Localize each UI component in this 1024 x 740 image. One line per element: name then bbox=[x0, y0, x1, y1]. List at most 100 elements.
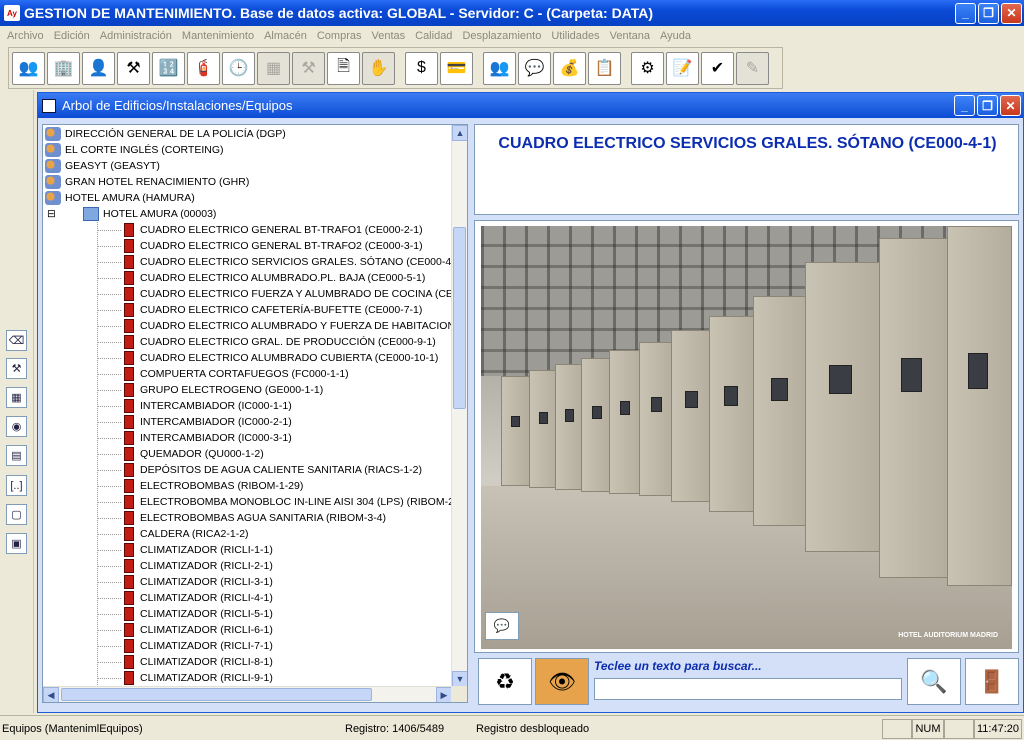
search-input[interactable] bbox=[594, 678, 902, 700]
side-button-7[interactable]: ▢ bbox=[6, 504, 27, 525]
tree-node[interactable]: CLIMATIZADOR (RICLI-1-1) bbox=[121, 542, 273, 558]
toolbar-button-19[interactable]: 📝 bbox=[666, 51, 699, 85]
tree-node[interactable]: CUADRO ELECTRICO GENERAL BT-TRAFO2 (CE00… bbox=[121, 238, 423, 254]
toolbar-button-12[interactable]: $ bbox=[405, 51, 438, 85]
menu-ventana[interactable]: Ventana bbox=[605, 30, 655, 42]
tree-node[interactable]: INTERCAMBIADOR (IC000-2-1) bbox=[121, 414, 292, 430]
tree-node[interactable]: ELECTROBOMBA MONOBLOC IN-LINE AISI 304 (… bbox=[121, 494, 452, 510]
toolbar-button-21[interactable]: ✎ bbox=[736, 51, 769, 85]
menu-mantenimiento[interactable]: Mantenimiento bbox=[177, 30, 259, 42]
tree-node[interactable]: CALDERA (RICA2-1-2) bbox=[121, 526, 249, 542]
menu-administracion[interactable]: Administración bbox=[95, 30, 177, 42]
tree-vertical-scrollbar[interactable]: ▲ ▼ bbox=[451, 125, 467, 687]
scroll-left-button[interactable]: ◀ bbox=[43, 687, 59, 702]
child-close-button[interactable]: ✕ bbox=[1000, 95, 1021, 116]
scroll-right-button[interactable]: ▶ bbox=[436, 687, 452, 702]
toolbar-button-4[interactable]: ⚒ bbox=[117, 51, 150, 85]
scroll-up-button[interactable]: ▲ bbox=[452, 125, 467, 141]
menu-archivo[interactable]: Archivo bbox=[2, 30, 49, 42]
menu-utilidades[interactable]: Utilidades bbox=[546, 30, 604, 42]
tree-node[interactable]: QUEMADOR (QU000-1-2) bbox=[121, 446, 264, 462]
toolbar-button-13[interactable]: 💳 bbox=[440, 51, 473, 85]
tree-node[interactable]: CUADRO ELECTRICO ALUMBRADO Y FUERZA DE H… bbox=[121, 318, 452, 334]
close-button[interactable]: ✕ bbox=[1001, 2, 1022, 24]
tree-node[interactable]: HOTEL AMURA (HAMURA) bbox=[45, 190, 195, 206]
tree-node[interactable]: CUADRO ELECTRICO GENERAL BT-TRAFO1 (CE00… bbox=[121, 222, 423, 238]
tree-node[interactable]: CLIMATIZADOR (RICLI-5-1) bbox=[121, 606, 273, 622]
menu-compras[interactable]: Compras bbox=[312, 30, 367, 42]
tree-node[interactable]: ELECTROBOMBAS (RIBOM-1-29) bbox=[121, 478, 303, 494]
organization-icon bbox=[45, 175, 61, 189]
collapse-toggle[interactable]: ⊟ bbox=[47, 206, 56, 222]
toolbar-button-11[interactable]: ✋ bbox=[362, 51, 395, 85]
tree-node[interactable]: CLIMATIZADOR (RICLI-9-1) bbox=[121, 670, 273, 686]
side-button-6[interactable]: [..] bbox=[6, 475, 27, 496]
tree-node[interactable]: ELECTROBOMBAS AGUA SANITARIA (RIBOM-3-4) bbox=[121, 510, 386, 526]
tree-node[interactable]: CUADRO ELECTRICO FUERZA Y ALUMBRADO DE C… bbox=[121, 286, 452, 302]
menu-almacen[interactable]: Almacén bbox=[259, 30, 312, 42]
tree-node[interactable]: CUADRO ELECTRICO ALUMBRADO CUBIERTA (CE0… bbox=[121, 350, 438, 366]
tree-node[interactable]: EL CORTE INGLÉS (CORTEING) bbox=[45, 142, 224, 158]
tree-node[interactable]: CUADRO ELECTRICO CAFETERÍA-BUFETTE (CE00… bbox=[121, 302, 422, 318]
menu-ayuda[interactable]: Ayuda bbox=[655, 30, 696, 42]
tree-node[interactable]: CLIMATIZADOR (RICLI-2-1) bbox=[121, 558, 273, 574]
tree-node[interactable]: GRAN HOTEL RENACIMIENTO (GHR) bbox=[45, 174, 249, 190]
side-button-2[interactable]: ⚒ bbox=[6, 358, 27, 379]
toolbar-button-17[interactable]: 📋 bbox=[588, 51, 621, 85]
tree-node[interactable]: CUADRO ELECTRICO ALUMBRADO.PL. BAJA (CE0… bbox=[121, 270, 425, 286]
menu-calidad[interactable]: Calidad bbox=[410, 30, 457, 42]
tree-node[interactable]: COMPUERTA CORTAFUEGOS (FC000-1-1) bbox=[121, 366, 349, 382]
child-minimize-button[interactable]: _ bbox=[954, 95, 975, 116]
tree-node[interactable]: DIRECCIÓN GENERAL DE LA POLICÍA (DGP) bbox=[45, 126, 286, 142]
equipment-icon bbox=[124, 623, 134, 637]
vertical-scroll-thumb[interactable] bbox=[453, 227, 466, 409]
tree-node[interactable]: CUADRO ELECTRICO SERVICIOS GRALES. SÓTAN… bbox=[121, 254, 452, 270]
exit-button[interactable]: 🚪 bbox=[965, 658, 1019, 705]
side-button-4[interactable]: ◉ bbox=[6, 416, 27, 437]
tree-node[interactable]: CLIMATIZADOR (RICLI-3-1) bbox=[121, 574, 273, 590]
toolbar-button-15[interactable]: 💬 bbox=[518, 51, 551, 85]
toolbar-button-10[interactable]: 🗎 bbox=[327, 51, 360, 85]
tree-node[interactable]: CUADRO ELECTRICO GRAL. DE PRODUCCIÓN (CE… bbox=[121, 334, 436, 350]
tree-node[interactable]: DEPÓSITOS DE AGUA CALIENTE SANITARIA (RI… bbox=[121, 462, 422, 478]
equipment-tree[interactable]: DIRECCIÓN GENERAL DE LA POLICÍA (DGP) EL … bbox=[42, 124, 468, 703]
view-button[interactable]: 👁 bbox=[535, 658, 589, 705]
toolbar-button-3[interactable]: 👤 bbox=[82, 51, 115, 85]
toolbar-button-5[interactable]: 🔢 bbox=[152, 51, 185, 85]
toolbar-button-1[interactable]: 👥 bbox=[12, 51, 45, 85]
menu-desplazamiento[interactable]: Desplazamiento bbox=[457, 30, 546, 42]
toolbar-button-14[interactable]: 👥 bbox=[483, 51, 516, 85]
restore-button[interactable]: ❐ bbox=[978, 2, 999, 24]
tree-node[interactable]: CLIMATIZADOR (RICLI-6-1) bbox=[121, 622, 273, 638]
tree-node[interactable]: GEASYT (GEASYT) bbox=[45, 158, 160, 174]
tree-node[interactable]: CLIMATIZADOR (RICLI-7-1) bbox=[121, 638, 273, 654]
menu-edicion[interactable]: Edición bbox=[49, 30, 95, 42]
tree-node[interactable]: HOTEL AMURA (00003) bbox=[83, 206, 216, 222]
search-button[interactable]: 🔍 bbox=[907, 658, 961, 705]
toolbar-button-9[interactable]: ⚒ bbox=[292, 51, 325, 85]
toolbar-button-20[interactable]: ✔ bbox=[701, 51, 734, 85]
tree-node[interactable]: CLIMATIZADOR (RICLI-4-1) bbox=[121, 590, 273, 606]
tree-horizontal-scrollbar[interactable]: ◀ ▶ bbox=[43, 686, 452, 702]
child-restore-button[interactable]: ❐ bbox=[977, 95, 998, 116]
toolbar-button-7[interactable]: 🕒 bbox=[222, 51, 255, 85]
photo-comment-button[interactable]: 💬 bbox=[485, 612, 519, 640]
toolbar-button-6[interactable]: 🧯 bbox=[187, 51, 220, 85]
tree-node[interactable]: INTERCAMBIADOR (IC000-1-1) bbox=[121, 398, 292, 414]
toolbar-button-18[interactable]: ⚙ bbox=[631, 51, 664, 85]
tree-node[interactable]: CLIMATIZADOR (RICLI-8-1) bbox=[121, 654, 273, 670]
scroll-down-button[interactable]: ▼ bbox=[452, 671, 467, 687]
toolbar-button-2[interactable]: 🏢 bbox=[47, 51, 80, 85]
tree-node[interactable]: GRUPO ELECTROGENO (GE000-1-1) bbox=[121, 382, 323, 398]
side-button-8[interactable]: ▣ bbox=[6, 533, 27, 554]
minimize-button[interactable]: _ bbox=[955, 2, 976, 24]
toolbar-button-16[interactable]: 💰 bbox=[553, 51, 586, 85]
side-button-1[interactable]: ⌫ bbox=[6, 330, 27, 351]
toolbar-button-8[interactable]: ▦ bbox=[257, 51, 290, 85]
horizontal-scroll-thumb[interactable] bbox=[61, 688, 372, 701]
tree-node[interactable]: INTERCAMBIADOR (IC000-3-1) bbox=[121, 430, 292, 446]
menu-ventas[interactable]: Ventas bbox=[366, 30, 410, 42]
side-button-5[interactable]: ▤ bbox=[6, 445, 27, 466]
side-button-3[interactable]: ▦ bbox=[6, 387, 27, 408]
recycle-button[interactable]: ♻ bbox=[478, 658, 532, 705]
